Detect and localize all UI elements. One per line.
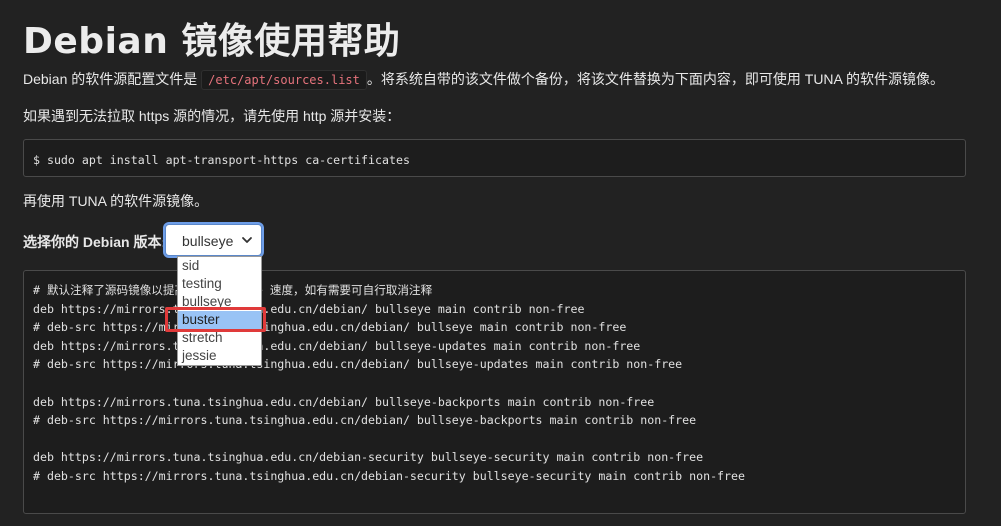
intro-suffix: 。将系统自带的该文件做个备份，将该文件替换为下面内容，即可使用 TUNA 的软件… xyxy=(366,71,944,87)
version-select-value: bullseye xyxy=(182,233,234,249)
version-dropdown[interactable]: sid testing bullseye buster stretch jessie xyxy=(177,256,262,366)
sources-list-path: /etc/apt/sources.list xyxy=(201,70,367,90)
source-line xyxy=(33,374,956,393)
install-command: $ sudo apt install apt-transport-https c… xyxy=(33,153,410,167)
version-option-bullseye[interactable]: bullseye xyxy=(178,293,261,311)
version-option-stretch[interactable]: stretch xyxy=(178,329,261,347)
version-option-sid[interactable]: sid xyxy=(178,257,261,275)
source-line: deb https://mirrors.tuna.tsinghua.edu.cn… xyxy=(33,301,585,316)
intro-paragraph: Debian 的软件源配置文件是 /etc/apt/sources.list 。将… xyxy=(23,69,944,90)
sources-code-block[interactable]: # 默认注释了源码镜像以提高 apt update 速度，如有需要可自行取消注释… xyxy=(23,270,966,514)
source-line: deb https://mirrors.tuna.tsinghua.edu.cn… xyxy=(33,450,704,465)
version-option-jessie[interactable]: jessie xyxy=(178,347,261,365)
version-label: 选择你的 Debian 版本: xyxy=(23,234,167,250)
https-note: 如果遇到无法拉取 https 源的情况，请先使用 http 源并安装： xyxy=(23,108,401,124)
source-line: # deb-src https://mirrors.tuna.tsinghua.… xyxy=(33,468,745,483)
version-option-buster[interactable]: buster xyxy=(178,311,261,329)
source-line: # deb-src https://mirrors.tuna.tsinghua.… xyxy=(33,357,683,372)
source-line: # deb-src https://mirrors.tuna.tsinghua.… xyxy=(33,320,627,335)
source-line: deb https://mirrors.tuna.tsinghua.edu.cn… xyxy=(33,394,655,409)
source-line: deb https://mirrors.tuna.tsinghua.edu.cn… xyxy=(33,338,641,353)
source-line xyxy=(33,430,956,449)
use-tuna-text: 再使用 TUNA 的软件源镜像。 xyxy=(23,193,209,209)
version-option-testing[interactable]: testing xyxy=(178,275,261,293)
intro-prefix: Debian 的软件源配置文件是 xyxy=(23,71,198,87)
source-line: # 默认注释了源码镜像以提高 apt update 速度，如有需要可自行取消注释 xyxy=(33,283,433,297)
chevron-down-icon xyxy=(242,237,252,243)
version-select[interactable]: bullseye xyxy=(165,224,262,256)
page-title: Debian 镜像使用帮助 xyxy=(23,21,401,62)
source-line: # deb-src https://mirrors.tuna.tsinghua.… xyxy=(33,413,697,428)
install-command-block[interactable]: $ sudo apt install apt-transport-https c… xyxy=(23,139,966,177)
